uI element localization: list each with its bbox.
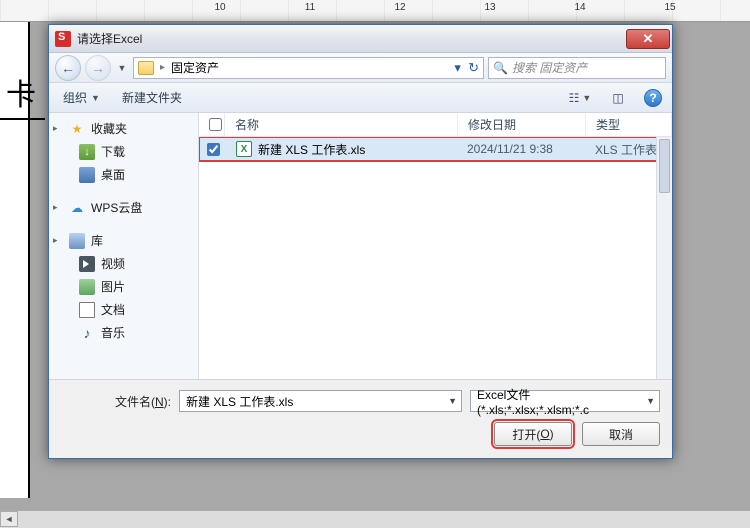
picture-icon: [79, 279, 95, 295]
app-icon: [55, 31, 71, 47]
dialog-title: 请选择Excel: [77, 30, 626, 47]
help-button[interactable]: ?: [644, 89, 662, 107]
sidebar-libraries[interactable]: ▸ 库: [49, 229, 198, 252]
file-row[interactable]: X 新建 XLS 工作表.xls 2024/11/21 9:38 XLS 工作表: [199, 137, 672, 161]
refresh-dropdown[interactable]: ▾ ↻: [454, 60, 479, 76]
view-mode-button[interactable]: ☷ ▼: [568, 87, 592, 109]
sidebar[interactable]: ▸ ★ 收藏夹 ↓ 下载 桌面 ▸ ☁ WPS云盘: [49, 113, 199, 379]
toolbar: 组织▼ 新建文件夹 ☷ ▼ ◫ ?: [49, 83, 672, 113]
background-divider: [0, 118, 45, 120]
nav-back-button[interactable]: ←: [55, 55, 81, 81]
chevron-down-icon: ▼: [91, 93, 100, 103]
xls-file-icon: X: [236, 141, 252, 157]
sidebar-item-downloads[interactable]: ↓ 下载: [49, 140, 198, 163]
chevron-down-icon[interactable]: ▼: [646, 396, 655, 406]
preview-pane-button[interactable]: ◫: [606, 87, 630, 109]
breadcrumb-folder[interactable]: 固定资产: [171, 59, 219, 76]
file-checkbox[interactable]: [207, 143, 220, 156]
library-icon: [69, 233, 85, 249]
folder-icon: [138, 61, 154, 75]
preview-icon: ◫: [612, 91, 623, 105]
cloud-icon: ☁: [69, 200, 85, 216]
file-date: 2024/11/21 9:38: [457, 142, 585, 156]
scroll-left-button[interactable]: ◄: [0, 511, 18, 527]
download-icon: ↓: [79, 144, 95, 160]
column-checkbox[interactable]: [199, 113, 225, 136]
breadcrumb-separator-icon: ▸: [160, 62, 165, 73]
chevron-down-icon[interactable]: ▼: [448, 396, 457, 406]
document-icon: [79, 302, 95, 318]
new-folder-button[interactable]: 新建文件夹: [118, 86, 186, 109]
arrow-right-icon: →: [91, 60, 105, 76]
sidebar-item-pictures[interactable]: 图片: [49, 275, 198, 298]
sidebar-item-videos[interactable]: 视频: [49, 252, 198, 275]
file-list-pane: 名称 修改日期 类型 X 新建 XLS 工作表.xls 2024/11/21 9…: [199, 113, 672, 379]
music-icon: ♪: [79, 325, 95, 341]
search-placeholder: 搜索 固定资产: [512, 59, 587, 76]
expand-icon: ▸: [53, 123, 63, 134]
select-all-checkbox[interactable]: [209, 118, 222, 131]
filetype-select[interactable]: Excel文件(*.xls;*.xlsx;*.xlsm;*.c ▼: [470, 390, 660, 412]
filename-label: 文件名(N):: [61, 393, 171, 410]
horizontal-scrollbar[interactable]: ◄: [0, 510, 750, 528]
horizontal-ruler: 1011 1213 1415: [0, 0, 750, 22]
sidebar-favorites[interactable]: ▸ ★ 收藏夹: [49, 117, 198, 140]
filename-input[interactable]: 新建 XLS 工作表.xls ▼: [179, 390, 462, 412]
file-list[interactable]: X 新建 XLS 工作表.xls 2024/11/21 9:38 XLS 工作表: [199, 137, 672, 379]
close-button[interactable]: ✕: [626, 29, 670, 49]
cancel-button[interactable]: 取消: [582, 422, 660, 446]
background-text: 卡: [6, 70, 36, 114]
star-icon: ★: [69, 121, 85, 137]
desktop-icon: [79, 167, 95, 183]
sidebar-item-desktop[interactable]: 桌面: [49, 163, 198, 186]
sidebar-item-documents[interactable]: 文档: [49, 298, 198, 321]
column-date[interactable]: 修改日期: [458, 113, 586, 136]
expand-icon: ▸: [53, 235, 63, 246]
column-name[interactable]: 名称: [225, 113, 458, 136]
search-input[interactable]: 🔍 搜索 固定资产: [488, 57, 666, 79]
expand-icon: ▸: [53, 202, 63, 213]
file-open-dialog: 请选择Excel ✕ ← → ▼ ▸ 固定资产 ▾ ↻ 🔍 搜索 固定资产 组织…: [48, 24, 673, 459]
arrow-left-icon: ←: [61, 60, 75, 76]
open-button[interactable]: 打开(O): [494, 422, 572, 446]
nav-history-dropdown[interactable]: ▼: [115, 57, 129, 79]
file-name: 新建 XLS 工作表.xls: [258, 141, 365, 158]
scrollbar-thumb[interactable]: [659, 139, 670, 193]
titlebar[interactable]: 请选择Excel ✕: [49, 25, 672, 53]
sidebar-item-music[interactable]: ♪ 音乐: [49, 321, 198, 344]
nav-forward-button[interactable]: →: [85, 55, 111, 81]
column-type[interactable]: 类型: [586, 113, 672, 136]
address-bar[interactable]: ▸ 固定资产 ▾ ↻: [133, 57, 484, 79]
nav-row: ← → ▼ ▸ 固定资产 ▾ ↻ 🔍 搜索 固定资产: [49, 53, 672, 83]
search-icon: 🔍: [493, 61, 508, 75]
dialog-footer: 文件名(N): 新建 XLS 工作表.xls ▼ Excel文件(*.xls;*…: [49, 380, 672, 458]
dialog-body: ▸ ★ 收藏夹 ↓ 下载 桌面 ▸ ☁ WPS云盘: [49, 113, 672, 380]
chevron-down-icon: ▼: [582, 93, 591, 103]
organize-button[interactable]: 组织▼: [59, 86, 104, 109]
video-icon: [79, 256, 95, 272]
sidebar-wps-cloud[interactable]: ▸ ☁ WPS云盘: [49, 196, 198, 219]
vertical-scrollbar[interactable]: [656, 137, 672, 379]
column-headers[interactable]: 名称 修改日期 类型: [199, 113, 672, 137]
view-icon: ☷: [569, 91, 580, 105]
